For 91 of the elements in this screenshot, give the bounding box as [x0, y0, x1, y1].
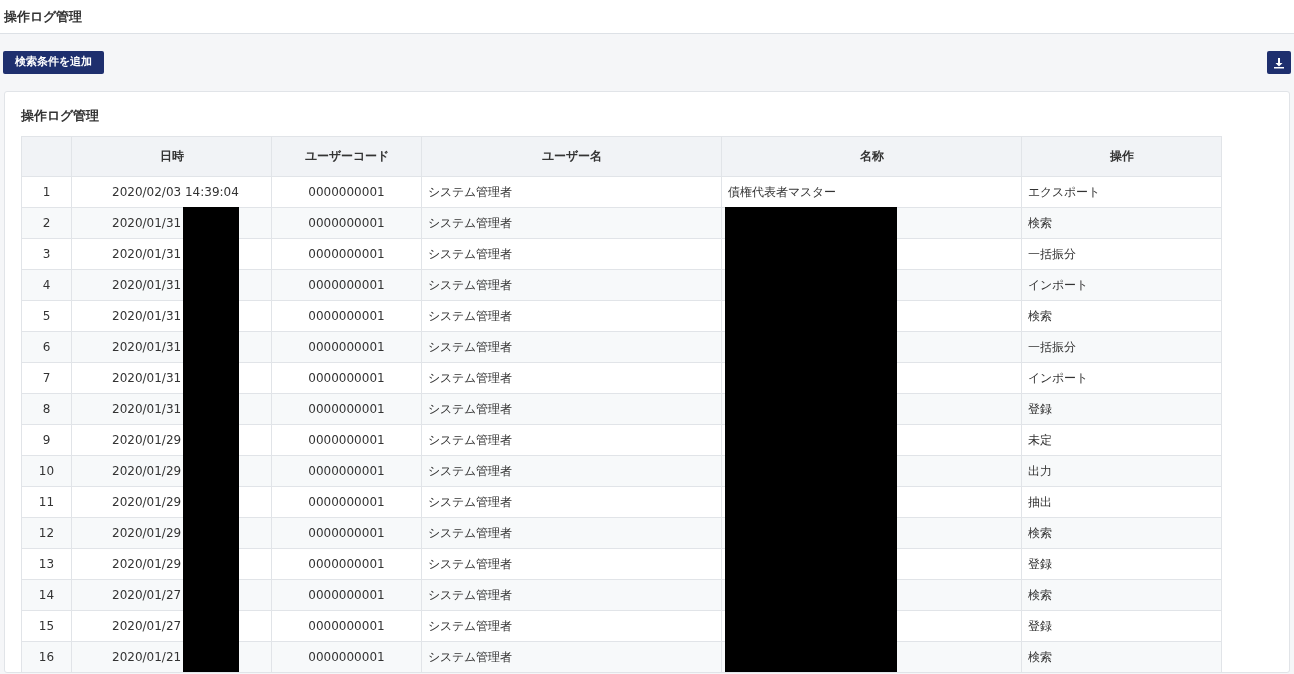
- table-cell: 0000000001: [308, 649, 385, 664]
- table-cell: エクスポート: [1028, 184, 1100, 199]
- table-cell: 16: [38, 649, 55, 664]
- table-cell: 0000000001: [308, 339, 385, 354]
- table-cell: 検索: [1028, 525, 1052, 540]
- table-cell: システム管理者: [428, 556, 512, 571]
- table-cell: システム管理者: [428, 184, 512, 199]
- table-cell: 7: [42, 370, 51, 385]
- table-cell: 検索: [1028, 308, 1052, 323]
- table-cell: 債権代表者マスター: [728, 184, 836, 199]
- table-cell: 0000000001: [308, 308, 385, 323]
- table-cell: システム管理者: [428, 370, 512, 385]
- table-cell: 2020/01/31: [112, 215, 182, 230]
- table-cell: システム管理者: [428, 525, 512, 540]
- table-cell: 2020/01/29: [112, 494, 182, 509]
- table-cell: 0000000001: [308, 587, 385, 602]
- table-cell: 8: [42, 401, 51, 416]
- table-cell: 14: [38, 587, 55, 602]
- table-cell: 0000000001: [308, 525, 385, 540]
- table-cell: 2020/01/29: [112, 556, 182, 571]
- table-cell: 0000000001: [308, 618, 385, 633]
- column-header: ユーザーコード: [271, 136, 422, 176]
- table-cell: 検索: [1028, 215, 1052, 230]
- table-cell: 2020/01/29: [112, 463, 182, 478]
- table-cell: システム管理者: [428, 215, 512, 230]
- table-cell: 検索: [1028, 587, 1052, 602]
- table-cell: 2020/01/31: [112, 401, 182, 416]
- column-header: 名称: [721, 136, 1022, 176]
- table-cell: 抽出: [1028, 494, 1052, 509]
- table-cell: 2020/01/31: [112, 277, 182, 292]
- table-cell: 1: [42, 184, 51, 199]
- table-cell: システム管理者: [428, 308, 512, 323]
- table-cell: 9: [42, 432, 51, 447]
- add-condition-button[interactable]: 検索条件を追加: [3, 51, 104, 74]
- table-cell: 2020/01/29: [112, 525, 182, 540]
- table-cell: 2020/01/21: [112, 649, 182, 664]
- table-cell: 6: [42, 339, 51, 354]
- table-cell: 12: [38, 525, 55, 540]
- table-cell: 0000000001: [308, 277, 385, 292]
- table-cell: 2020/01/31: [112, 246, 182, 261]
- table-cell: システム管理者: [428, 432, 512, 447]
- card-title: 操作ログ管理: [21, 107, 100, 125]
- table-cell: システム管理者: [428, 277, 512, 292]
- table-cell: システム管理者: [428, 401, 512, 416]
- table-cell: システム管理者: [428, 618, 512, 633]
- table-cell: 2020/01/31: [112, 339, 182, 354]
- table-cell: 2020/01/29: [112, 432, 182, 447]
- table-cell: 10: [38, 463, 55, 478]
- table-cell: 0000000001: [308, 401, 385, 416]
- table-cell: システム管理者: [428, 649, 512, 664]
- table-cell: 登録: [1028, 401, 1052, 416]
- table-cell: 0000000001: [308, 246, 385, 261]
- column-header: 日時: [71, 136, 272, 176]
- table-cell: 4: [42, 277, 51, 292]
- table-cell: 0000000001: [308, 184, 385, 199]
- table-cell: 11: [38, 494, 55, 509]
- table-cell: 2020/01/27: [112, 618, 182, 633]
- table-cell: システム管理者: [428, 246, 512, 261]
- column-header: ユーザー名: [421, 136, 722, 176]
- table-cell: 2020/02/03 14:39:04: [112, 184, 239, 199]
- table-cell: 未定: [1028, 432, 1052, 447]
- table-cell: 13: [38, 556, 55, 571]
- table-cell: 0000000001: [308, 370, 385, 385]
- table-cell: 2020/01/31: [112, 370, 182, 385]
- table-cell: インポート: [1028, 277, 1088, 292]
- table-cell: 出力: [1028, 463, 1052, 478]
- table-cell: 登録: [1028, 618, 1052, 633]
- table-cell: 登録: [1028, 556, 1052, 571]
- table-cell: 0000000001: [308, 463, 385, 478]
- table-cell: 検索: [1028, 649, 1052, 664]
- table-cell: 一括振分: [1028, 246, 1076, 261]
- table-cell: 0000000001: [308, 556, 385, 571]
- table-cell: システム管理者: [428, 494, 512, 509]
- table-cell: 5: [42, 308, 51, 323]
- table-cell: 0000000001: [308, 494, 385, 509]
- table-cell: システム管理者: [428, 587, 512, 602]
- column-header: 操作: [1021, 136, 1222, 176]
- table-cell: 15: [38, 618, 55, 633]
- table-cell: 2020/01/27: [112, 587, 182, 602]
- table-cell: インポート: [1028, 370, 1088, 385]
- table-cell: 0000000001: [308, 215, 385, 230]
- table-cell: 2: [42, 215, 51, 230]
- table-cell: 2020/01/31: [112, 308, 182, 323]
- download-icon: [1273, 56, 1285, 69]
- table-cell: システム管理者: [428, 463, 512, 478]
- table-cell: 一括振分: [1028, 339, 1076, 354]
- download-button[interactable]: [1267, 51, 1291, 74]
- table-cell: システム管理者: [428, 339, 512, 354]
- page-title: 操作ログ管理: [4, 7, 82, 26]
- table-cell: 0000000001: [308, 432, 385, 447]
- table-cell: 3: [42, 246, 51, 261]
